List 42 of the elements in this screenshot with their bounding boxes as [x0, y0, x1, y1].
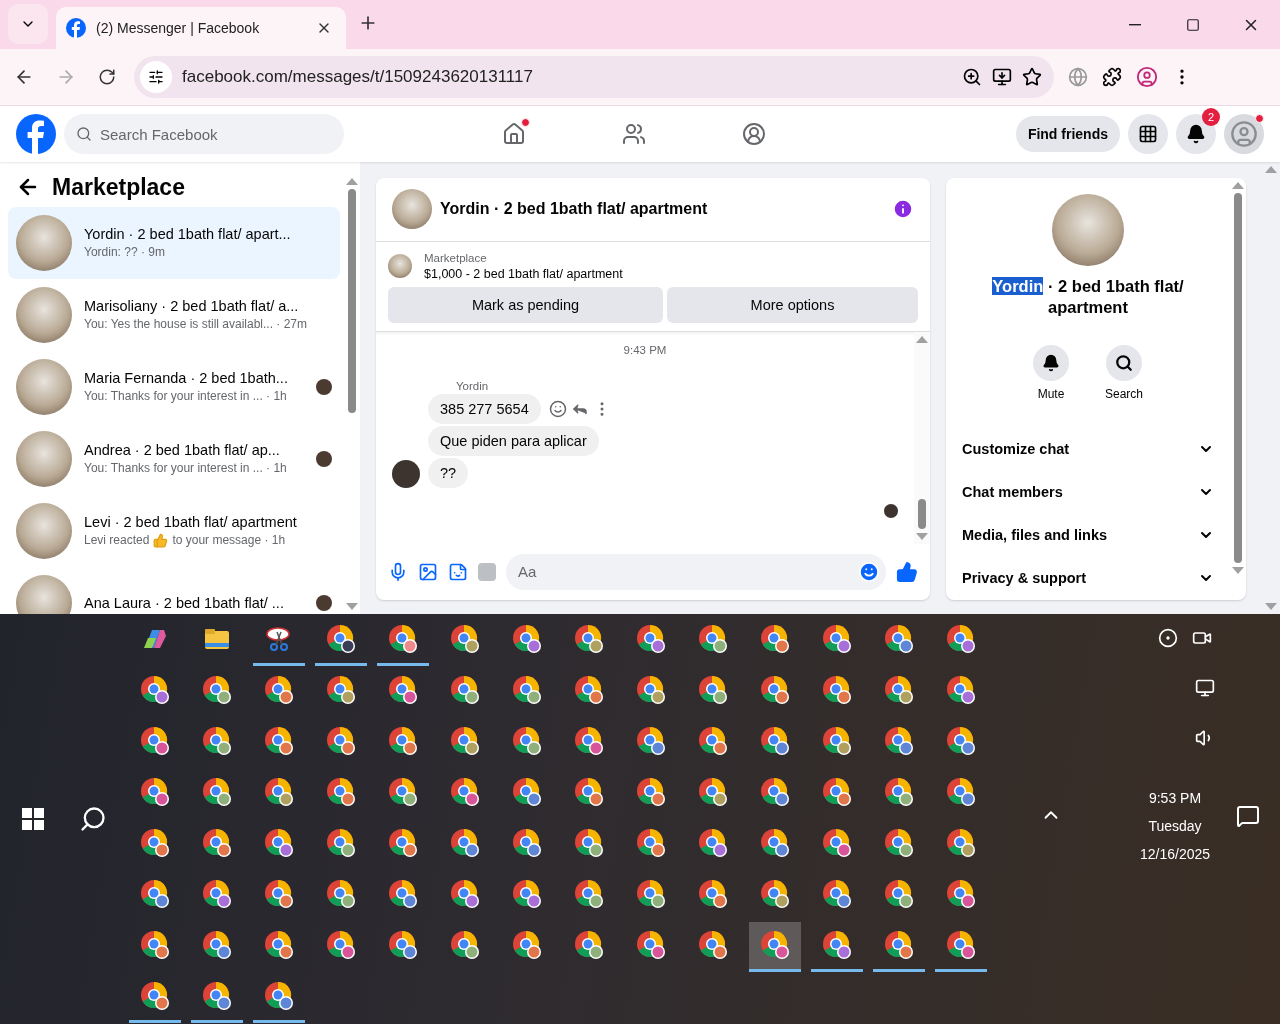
- tab-title: (2) Messenger | Facebook: [96, 20, 261, 37]
- message-input[interactable]: Aa: [506, 554, 886, 590]
- message-bubble: ??: [428, 458, 469, 488]
- conversation-title: Yordin · 2 bed 1bath flat/ apartment: [991, 276, 1185, 318]
- address-bar[interactable]: facebook.com/messages/t/1509243620131117: [134, 56, 1054, 99]
- url-text: facebook.com/messages/t/1509243620131117: [182, 67, 534, 88]
- message-preview: Levi reacted: [84, 533, 150, 548]
- section-toggle[interactable]: Chat members: [954, 470, 1222, 514]
- browser-tab[interactable]: (2) Messenger | Facebook: [56, 7, 346, 50]
- conversation-name: Maria Fernanda · 2 bed 1bath...: [84, 370, 289, 387]
- clock[interactable]: 9:53 PM Tuesday 12/16/2025: [1139, 790, 1211, 862]
- message-timestamp: 9:43 PM: [623, 344, 667, 356]
- message-bubble: 385 277 5654: [428, 394, 541, 424]
- conversation-item[interactable]: Marisoliany · 2 bed 1bath flat/ a... You: Yes the house is still availabl... · 27m: [8, 279, 340, 351]
- listing-button[interactable]: More options: [666, 287, 918, 323]
- section-toggle[interactable]: Customize chat: [954, 427, 1222, 471]
- section-toggle[interactable]: Media, files and links: [954, 513, 1222, 557]
- message-preview: You: Yes the house is still availabl... · 27m: [84, 317, 309, 332]
- section-toggle[interactable]: Privacy & support: [954, 556, 1222, 600]
- chat-title: Yordin · 2 bed 1bath flat/ apartment: [440, 200, 709, 219]
- conversation-name: Ana Laura · 2 bed 1bath flat/ ...: [84, 595, 285, 611]
- listing-title: $1,000 - 2 bed 1bath flat/ apartment: [424, 267, 623, 281]
- conversation-name: Andrea · 2 bed 1bath flat/ ap...: [84, 442, 281, 459]
- search-field[interactable]: Search Facebook: [64, 114, 344, 154]
- conversation-item[interactable]: Maria Fernanda · 2 bed 1bath... You: Thanks for your interest in ... · 1h: [8, 351, 340, 423]
- message-bubble: Que piden para aplicar: [428, 426, 599, 456]
- conversation-item[interactable]: Andrea · 2 bed 1bath flat/ ap... You: Thanks for your interest in ... · 1h: [8, 423, 340, 495]
- conversation-name: Yordin · 2 bed 1bath flat/ apart...: [84, 226, 292, 243]
- message-preview: to your message · 1h: [172, 533, 286, 548]
- conversation-item[interactable]: Levi · 2 bed 1bath flat/ apartment Levi reacted to your message · 1h: [8, 495, 340, 567]
- message-preview: You: Thanks for your interest in ... · 1h: [84, 389, 288, 404]
- notification-badge: 2: [1202, 108, 1220, 126]
- message-preview: You: Thanks for your interest in ... · 1h: [84, 461, 288, 476]
- message-preview: Yordin: ?? · 9m: [84, 245, 166, 260]
- find-friends-button[interactable]: Find friends: [1015, 116, 1120, 152]
- conversation-item[interactable]: Yordin · 2 bed 1bath flat/ apart... Yordin: ?? · 9m: [8, 207, 340, 279]
- conversation-name: Marisoliany · 2 bed 1bath flat/ a...: [84, 298, 300, 315]
- sidebar-title: Marketplace: [52, 174, 185, 201]
- conversation-name: Levi · 2 bed 1bath flat/ apartment: [84, 514, 298, 530]
- listing-label: Marketplace: [424, 252, 488, 264]
- sender-name: Yordin: [456, 380, 490, 392]
- listing-button[interactable]: Mark as pending: [388, 287, 663, 323]
